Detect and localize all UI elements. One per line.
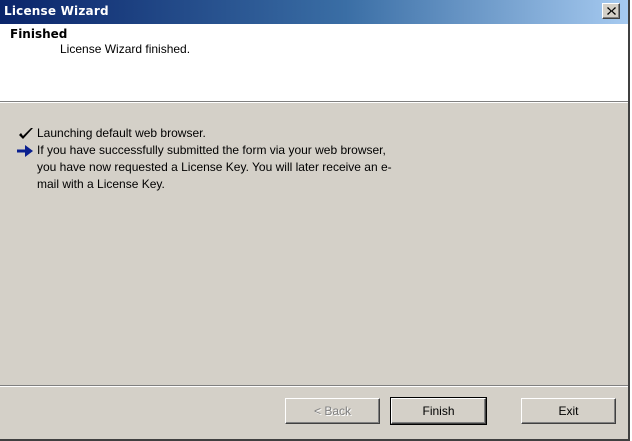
- title-bar[interactable]: License Wizard: [0, 0, 628, 24]
- window-title: License Wizard: [4, 4, 109, 18]
- license-wizard-dialog: License Wizard Finished License Wizard f…: [0, 0, 630, 441]
- close-button[interactable]: [602, 3, 620, 19]
- status-line-info-2: you have now requested a License Key. Yo…: [37, 160, 392, 174]
- back-button[interactable]: < Back: [285, 398, 380, 424]
- page-subtitle: License Wizard finished.: [60, 42, 191, 56]
- header-panel: Finished License Wizard finished.: [0, 24, 628, 103]
- arrow-right-icon: [17, 145, 33, 157]
- status-line-launch: Launching default web browser.: [37, 126, 206, 140]
- close-icon: [606, 7, 616, 15]
- status-line-info-3: mail with a License Key.: [37, 177, 165, 191]
- checkmark-icon: [19, 128, 33, 139]
- status-line-info-1: If you have successfully submitted the f…: [37, 143, 386, 157]
- finish-button[interactable]: Finish: [390, 397, 487, 425]
- exit-button[interactable]: Exit: [521, 398, 616, 424]
- page-title: Finished: [10, 27, 68, 41]
- footer-separator: [0, 385, 628, 387]
